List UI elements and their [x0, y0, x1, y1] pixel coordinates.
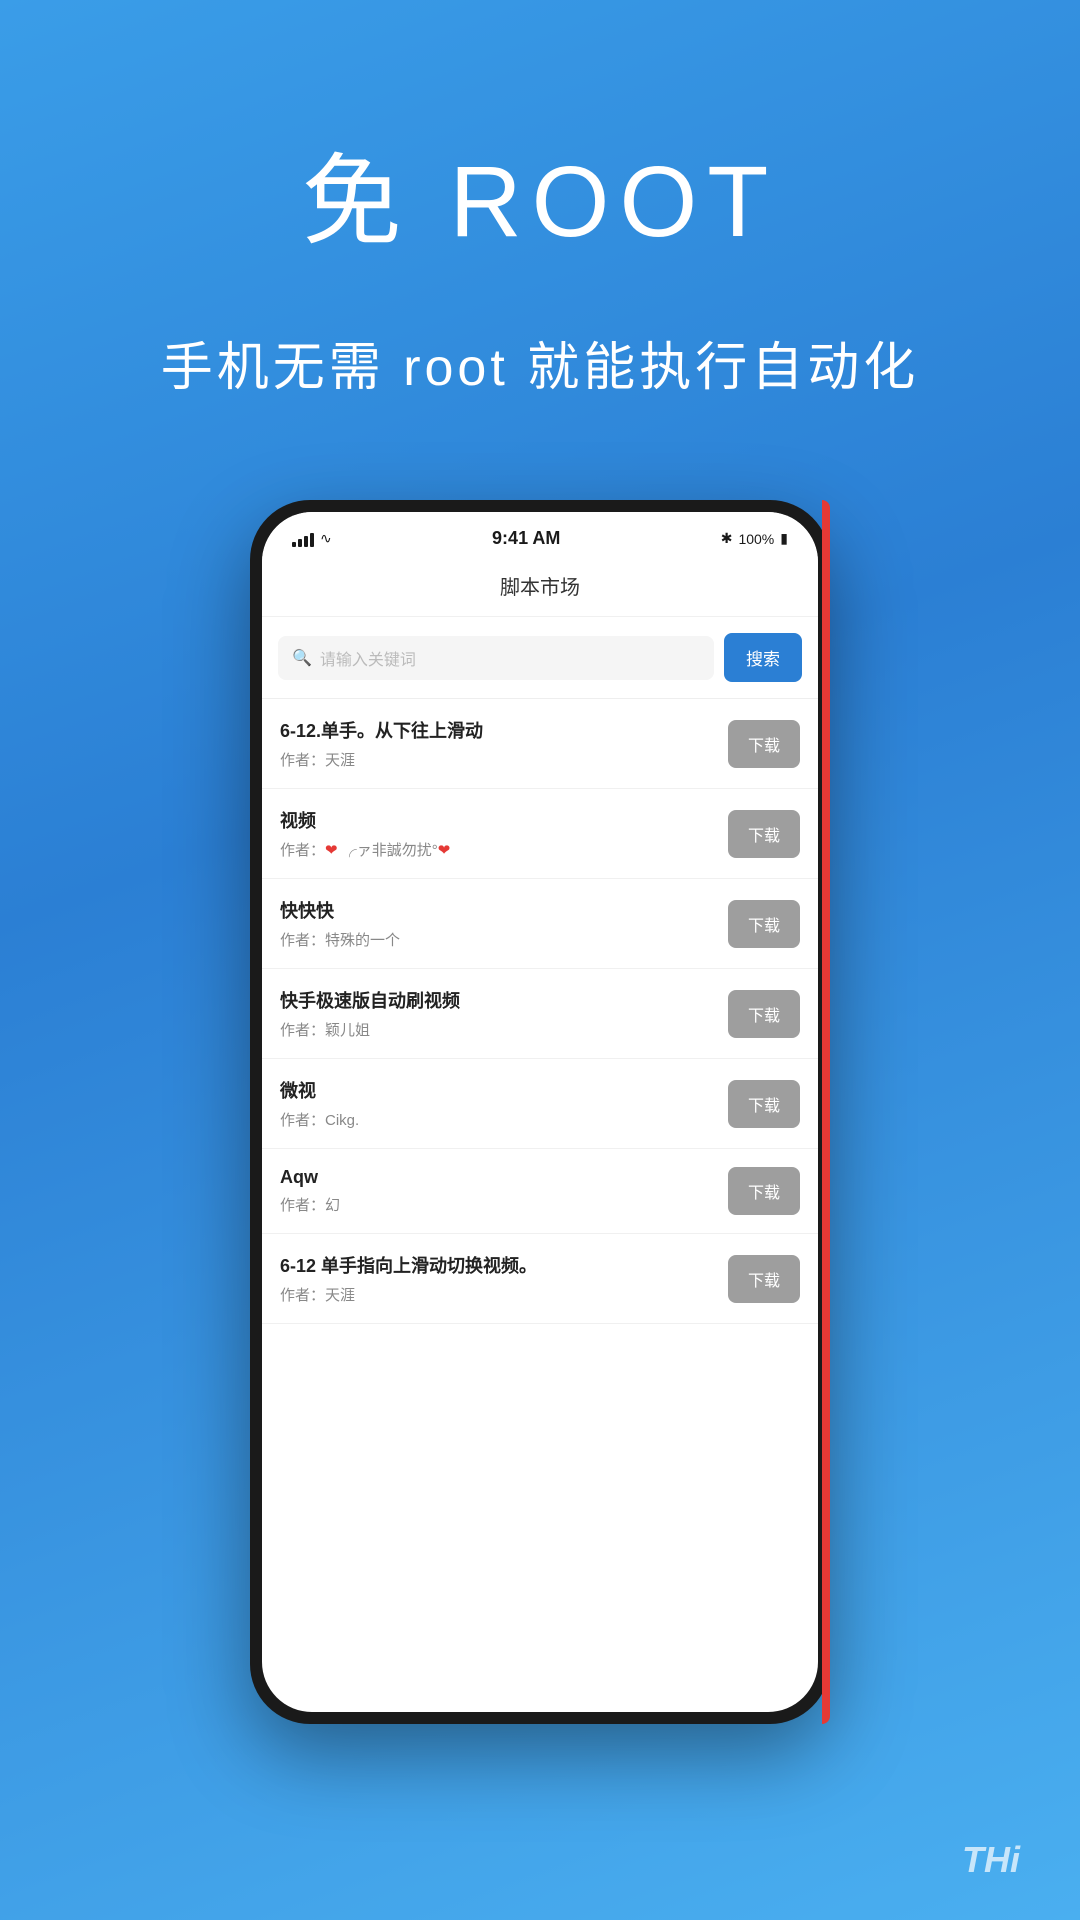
list-item: Aqw 作者：幻 下载: [262, 1149, 818, 1234]
signal-bar-3: [304, 536, 308, 547]
download-button[interactable]: 下载: [728, 1080, 800, 1128]
app-title: 脚本市场: [500, 577, 580, 599]
list-item: 6-12.单手。从下往上滑动 作者：天涯 下载: [262, 699, 818, 789]
bluetooth-icon: ✱: [721, 530, 733, 547]
list-item: 6-12 单手指向上滑动切换视频。 作者：天涯 下载: [262, 1234, 818, 1324]
download-button[interactable]: 下载: [728, 720, 800, 768]
script-author: 作者：天涯: [280, 1284, 728, 1305]
script-info: 快手极速版自动刷视频 作者：颖儿姐: [280, 987, 728, 1040]
script-name: 6-12.单手。从下往上滑动: [280, 717, 728, 743]
search-section: 🔍 请输入关键词 搜索: [262, 617, 818, 698]
download-button[interactable]: 下载: [728, 1255, 800, 1303]
heart-icon-right: ❤: [438, 842, 451, 859]
list-item: 微视 作者：Cikg. 下载: [262, 1059, 818, 1149]
main-title: 免 ROOT: [302, 120, 779, 265]
right-edge-bar: [822, 500, 830, 1724]
download-button[interactable]: 下载: [728, 810, 800, 858]
script-name: 视频: [280, 807, 728, 833]
script-author: 作者：幻: [280, 1194, 728, 1215]
status-bar: ∿ 9:41 AM ✱ 100% ▮: [262, 512, 818, 557]
phone-mockup: ∿ 9:41 AM ✱ 100% ▮ 脚本市场 🔍 请输入关键词 搜索: [250, 500, 830, 1724]
script-name: Aqw: [280, 1167, 728, 1188]
author-prefix: 作者：: [280, 842, 325, 859]
download-button[interactable]: 下载: [728, 900, 800, 948]
search-input-wrapper[interactable]: 🔍 请输入关键词: [278, 636, 714, 680]
watermark: THi: [962, 1839, 1020, 1881]
signal-bar-1: [292, 542, 296, 547]
script-author: 作者：❤ ╭ァ非誠勿扰°❤: [280, 839, 728, 860]
search-button[interactable]: 搜索: [724, 633, 802, 682]
script-name: 微视: [280, 1077, 728, 1103]
search-icon: 🔍: [292, 648, 312, 668]
phone-screen: ∿ 9:41 AM ✱ 100% ▮ 脚本市场 🔍 请输入关键词 搜索: [262, 512, 818, 1712]
signal-bar-2: [298, 539, 302, 547]
script-name: 快手极速版自动刷视频: [280, 987, 728, 1013]
battery-percent: 100%: [738, 531, 774, 547]
signal-bar-4: [310, 533, 314, 547]
list-item: 快快快 作者：特殊的一个 下载: [262, 879, 818, 969]
download-button[interactable]: 下载: [728, 1167, 800, 1215]
script-name: 6-12 单手指向上滑动切换视频。: [280, 1252, 728, 1278]
download-button[interactable]: 下载: [728, 990, 800, 1038]
battery-icon: ▮: [780, 530, 788, 547]
script-author: 作者：天涯: [280, 749, 728, 770]
heart-icon-left: ❤: [325, 842, 338, 859]
script-name: 快快快: [280, 897, 728, 923]
wifi-icon: ∿: [320, 530, 332, 547]
phone-frame: ∿ 9:41 AM ✱ 100% ▮ 脚本市场 🔍 请输入关键词 搜索: [250, 500, 830, 1724]
status-time: 9:41 AM: [492, 528, 560, 549]
list-item: 快手极速版自动刷视频 作者：颖儿姐 下载: [262, 969, 818, 1059]
sub-title: 手机无需 root 就能执行自动化: [161, 325, 920, 400]
signal-bars-icon: [292, 531, 314, 547]
status-left: ∿: [292, 530, 332, 547]
list-item: 视频 作者：❤ ╭ァ非誠勿扰°❤ 下载: [262, 789, 818, 879]
script-info: Aqw 作者：幻: [280, 1167, 728, 1215]
script-info: 微视 作者：Cikg.: [280, 1077, 728, 1130]
script-author: 作者：特殊的一个: [280, 929, 728, 950]
app-title-bar: 脚本市场: [262, 557, 818, 617]
script-info: 视频 作者：❤ ╭ァ非誠勿扰°❤: [280, 807, 728, 860]
top-section: 免 ROOT 手机无需 root 就能执行自动化: [0, 0, 1080, 400]
script-list: 6-12.单手。从下往上滑动 作者：天涯 下载 视频 作者：❤ ╭ァ非誠勿扰°❤…: [262, 698, 818, 1324]
script-author: 作者：颖儿姐: [280, 1019, 728, 1040]
script-info: 6-12.单手。从下往上滑动 作者：天涯: [280, 717, 728, 770]
author-name: ╭ァ非誠勿扰°: [338, 842, 438, 859]
script-author: 作者：Cikg.: [280, 1109, 728, 1130]
script-info: 快快快 作者：特殊的一个: [280, 897, 728, 950]
status-right: ✱ 100% ▮: [721, 530, 788, 547]
script-info: 6-12 单手指向上滑动切换视频。 作者：天涯: [280, 1252, 728, 1305]
bottom-area: THi: [0, 1800, 1080, 1920]
search-placeholder: 请输入关键词: [320, 646, 416, 670]
